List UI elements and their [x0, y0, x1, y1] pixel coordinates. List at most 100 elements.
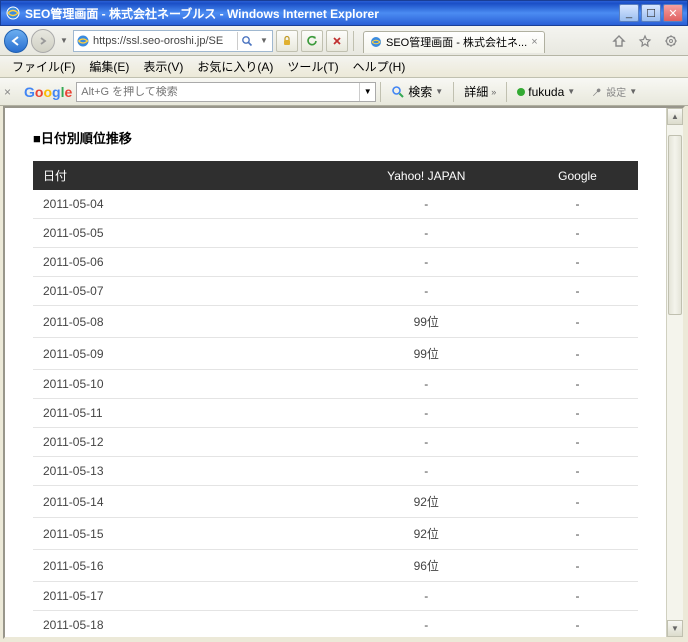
cell-date: 2011-05-07: [33, 277, 336, 306]
cell-google: -: [517, 190, 638, 219]
magnify-icon: [391, 85, 405, 99]
close-button[interactable]: ✕: [663, 4, 683, 22]
user-label: fukuda: [528, 85, 564, 99]
cell-yahoo: -: [336, 370, 518, 399]
cell-yahoo: 92位: [336, 486, 518, 518]
user-menu[interactable]: fukuda ▼: [511, 81, 581, 103]
menu-tools[interactable]: ツール(T): [281, 56, 344, 77]
cell-google: -: [517, 428, 638, 457]
table-row: 2011-05-1696位-: [33, 550, 638, 582]
scroll-track[interactable]: [667, 125, 683, 620]
active-tab[interactable]: SEO管理画面 - 株式会社ネ... ×: [363, 31, 545, 53]
tab-close-icon[interactable]: ×: [531, 36, 537, 48]
cell-date: 2011-05-18: [33, 611, 336, 638]
scroll-thumb[interactable]: [668, 135, 682, 315]
table-row: 2011-05-10--: [33, 370, 638, 399]
cell-yahoo: -: [336, 248, 518, 277]
google-toolbar: × Google ▼ 検索 ▼ 詳細 » fukuda ▼ 設定 ▼: [0, 78, 688, 106]
cell-yahoo: 99位: [336, 306, 518, 338]
forward-button[interactable]: [31, 29, 55, 53]
refresh-button[interactable]: [301, 30, 323, 52]
cell-google: -: [517, 399, 638, 428]
col-google: Google: [517, 161, 638, 190]
menu-favorites[interactable]: お気に入り(A): [191, 56, 279, 77]
tab-strip: SEO管理画面 - 株式会社ネ... ×: [359, 29, 603, 53]
scroll-up-icon[interactable]: ▲: [667, 108, 683, 125]
menu-help[interactable]: ヘルプ(H): [347, 56, 412, 77]
chevron-down-icon: ▼: [435, 87, 443, 96]
table-row: 2011-05-17--: [33, 582, 638, 611]
cell-date: 2011-05-06: [33, 248, 336, 277]
window-titlebar: SEO管理画面 - 株式会社ネーブルス - Windows Internet E…: [0, 0, 688, 26]
ie-icon: [5, 5, 21, 21]
separator: [353, 31, 354, 51]
cell-yahoo: 96位: [336, 550, 518, 582]
home-button[interactable]: [608, 30, 630, 52]
cell-google: -: [517, 611, 638, 638]
cell-yahoo: -: [336, 611, 518, 638]
menu-edit[interactable]: 編集(E): [83, 56, 135, 77]
table-row: 2011-05-12--: [33, 428, 638, 457]
cell-yahoo: -: [336, 399, 518, 428]
cell-google: -: [517, 306, 638, 338]
vertical-scrollbar[interactable]: ▲ ▼: [666, 108, 683, 637]
cell-date: 2011-05-11: [33, 399, 336, 428]
menu-file[interactable]: ファイル(F): [6, 56, 81, 77]
cell-yahoo: 92位: [336, 518, 518, 550]
table-row: 2011-05-05--: [33, 219, 638, 248]
cell-google: -: [517, 582, 638, 611]
toolbar-search-box[interactable]: ▼: [76, 82, 376, 102]
detail-button[interactable]: 詳細 »: [458, 81, 502, 103]
security-lock-button[interactable]: [276, 30, 298, 52]
cell-yahoo: -: [336, 428, 518, 457]
table-row: 2011-05-18--: [33, 611, 638, 638]
page-icon: [76, 34, 90, 48]
table-row: 2011-05-13--: [33, 457, 638, 486]
cell-google: -: [517, 457, 638, 486]
table-row: 2011-05-0899位-: [33, 306, 638, 338]
separator: [380, 82, 381, 102]
cell-date: 2011-05-09: [33, 338, 336, 370]
table-row: 2011-05-07--: [33, 277, 638, 306]
tools-button[interactable]: [660, 30, 682, 52]
menu-view[interactable]: 表示(V): [137, 56, 189, 77]
table-row: 2011-05-11--: [33, 399, 638, 428]
search-button[interactable]: 検索 ▼: [385, 81, 449, 103]
content-body: ■日付別順位推移 日付 Yahoo! JAPAN Google 2011-05-…: [5, 108, 666, 637]
toolbar-search-dropdown-icon[interactable]: ▼: [359, 83, 375, 101]
cell-yahoo: -: [336, 582, 518, 611]
cell-google: -: [517, 518, 638, 550]
history-dropdown-icon[interactable]: ▼: [58, 29, 70, 53]
tab-label: SEO管理画面 - 株式会社ネ...: [386, 34, 527, 50]
tab-icon: [370, 36, 382, 48]
cell-date: 2011-05-05: [33, 219, 336, 248]
wrench-icon: [591, 86, 603, 98]
search-button-label: 検索: [408, 83, 432, 100]
cell-google: -: [517, 277, 638, 306]
table-row: 2011-05-04--: [33, 190, 638, 219]
scroll-down-icon[interactable]: ▼: [667, 620, 683, 637]
search-icon[interactable]: [237, 32, 255, 50]
toolbar-close-icon[interactable]: ×: [4, 85, 20, 99]
window-title: SEO管理画面 - 株式会社ネーブルス - Windows Internet E…: [25, 5, 619, 22]
rank-table: 日付 Yahoo! JAPAN Google 2011-05-04--2011-…: [33, 161, 638, 637]
address-dropdown-icon[interactable]: ▼: [258, 36, 270, 45]
cell-yahoo: -: [336, 219, 518, 248]
menubar: ファイル(F) 編集(E) 表示(V) お気に入り(A) ツール(T) ヘルプ(…: [0, 56, 688, 78]
settings-button[interactable]: 設定 ▼: [585, 81, 643, 103]
toolbar-search-input[interactable]: [77, 86, 359, 98]
stop-button[interactable]: [326, 30, 348, 52]
cell-google: -: [517, 219, 638, 248]
maximize-button[interactable]: ☐: [641, 4, 661, 22]
minimize-button[interactable]: _: [619, 4, 639, 22]
favorites-button[interactable]: [634, 30, 656, 52]
url-text: https://ssl.seo-oroshi.jp/SE: [93, 35, 234, 47]
address-bar[interactable]: https://ssl.seo-oroshi.jp/SE ▼: [73, 30, 273, 52]
cell-google: -: [517, 370, 638, 399]
col-date: 日付: [33, 161, 336, 190]
status-dot-icon: [517, 88, 525, 96]
cell-google: -: [517, 550, 638, 582]
back-button[interactable]: [4, 29, 28, 53]
separator: [506, 82, 507, 102]
google-logo: Google: [24, 84, 72, 100]
